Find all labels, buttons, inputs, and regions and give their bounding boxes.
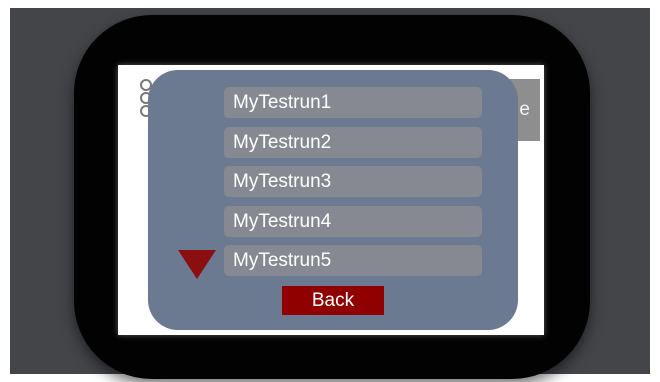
testrun-list: MyTestrun1 MyTestrun2 MyTestrun3 MyTestr…	[224, 87, 482, 285]
testrun-item-4[interactable]: MyTestrun4	[224, 205, 482, 237]
testrun-item-3[interactable]: MyTestrun3	[224, 166, 482, 197]
testrun-select-popup: MyTestrun1 MyTestrun2 MyTestrun3 MyTestr…	[148, 70, 518, 330]
testrun-item-1[interactable]: MyTestrun1	[224, 87, 482, 118]
back-button[interactable]: Back	[282, 286, 384, 315]
scroll-down-icon[interactable]	[178, 250, 216, 279]
testrun-item-5[interactable]: MyTestrun5	[224, 245, 482, 276]
testrun-item-2[interactable]: MyTestrun2	[224, 126, 482, 158]
